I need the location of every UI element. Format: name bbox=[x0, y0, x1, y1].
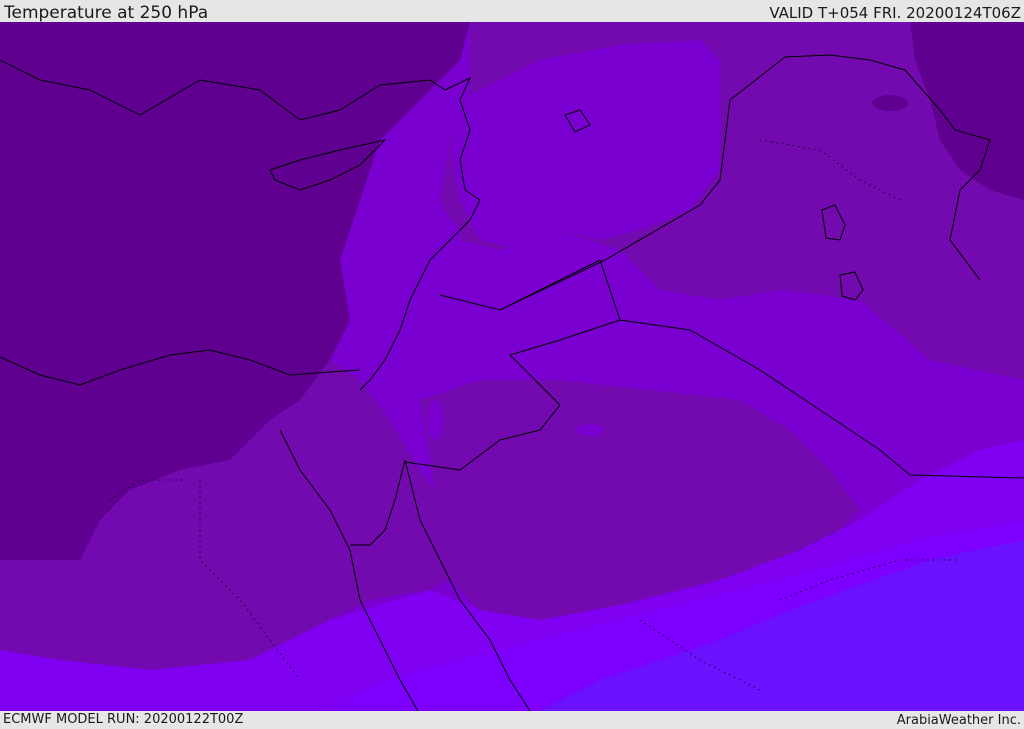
map-title: Temperature at 250 hPa bbox=[4, 3, 209, 23]
header-bar: Temperature at 250 hPa VALID T+054 FRI. … bbox=[0, 0, 1024, 23]
footer-bar: ECMWF MODEL RUN: 20200122T00Z ArabiaWeat… bbox=[0, 711, 1024, 729]
patch-saudi bbox=[576, 424, 604, 436]
patch-iraq bbox=[872, 95, 908, 111]
valid-time: VALID T+054 FRI. 20200124T06Z bbox=[769, 4, 1021, 22]
patch-jordan bbox=[705, 317, 755, 333]
temperature-map[interactable] bbox=[0, 22, 1024, 711]
credit-label: ArabiaWeather Inc. bbox=[896, 713, 1021, 728]
model-run-label: ECMWF MODEL RUN: 20200122T00Z bbox=[3, 712, 244, 727]
patch-deadsea bbox=[427, 400, 443, 440]
patch-lebanon bbox=[400, 216, 460, 248]
